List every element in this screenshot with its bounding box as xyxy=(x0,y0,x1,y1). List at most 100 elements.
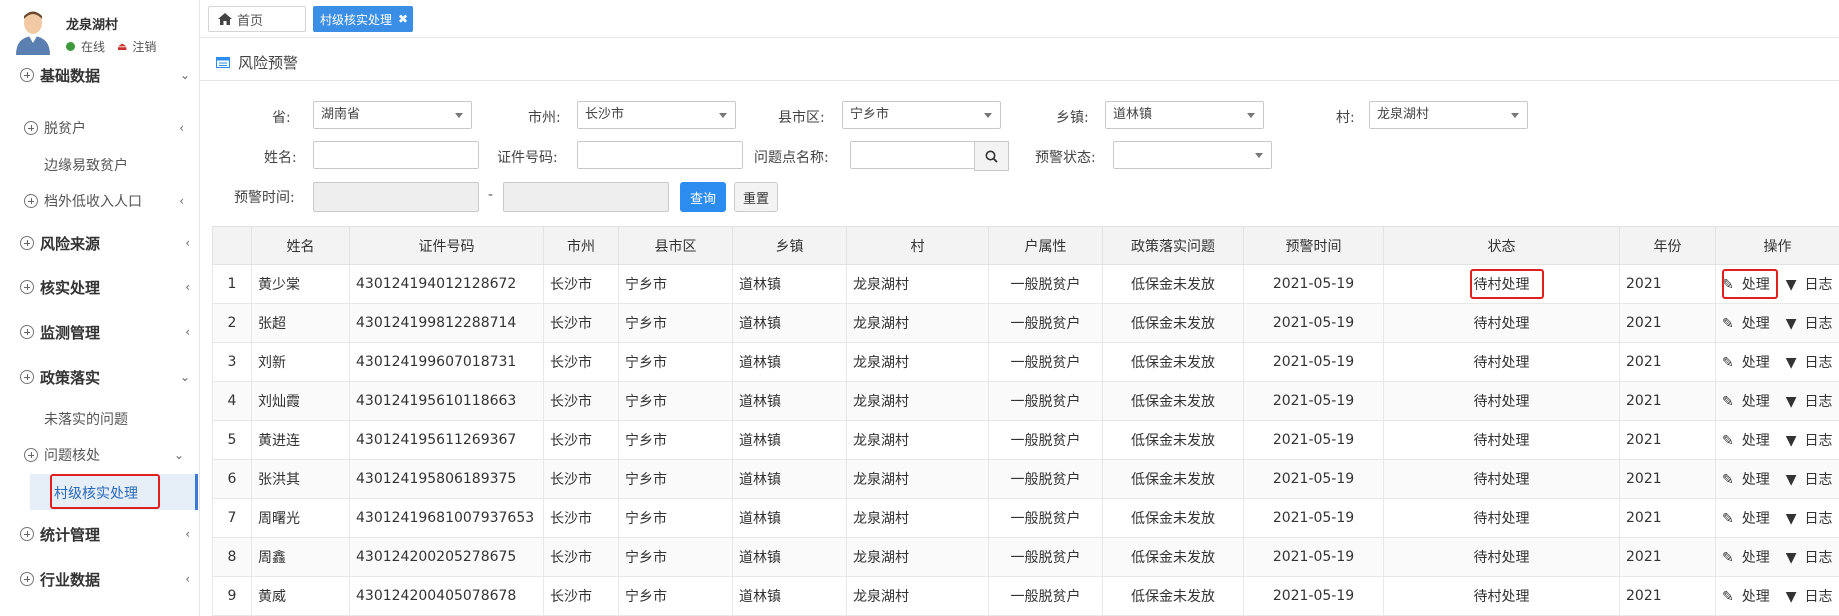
pencil-icon: ✎ xyxy=(1722,394,1734,410)
process-link[interactable]: ✎ 处理 xyxy=(1722,433,1778,449)
nav-unimplemented[interactable]: 未落实的问题 xyxy=(44,409,128,429)
issue-input[interactable] xyxy=(850,141,976,169)
nav-policy[interactable]: 政策落实 ⌄ xyxy=(20,367,190,387)
user-name: 龙泉湖村 xyxy=(66,18,119,33)
table-cell: 宁乡市 xyxy=(618,303,733,343)
table-cell[interactable]: 张超 xyxy=(251,303,350,343)
reset-button[interactable]: 重置 xyxy=(734,182,778,212)
close-icon[interactable]: ✖ xyxy=(398,12,408,26)
divider xyxy=(200,80,1839,81)
logout-icon[interactable]: ⏏ xyxy=(117,40,127,53)
logout-link[interactable]: 注销 xyxy=(132,38,156,55)
log-link[interactable]: ▼ 日志 xyxy=(1786,277,1839,293)
table-cell[interactable]: 周曙光 xyxy=(251,498,350,538)
tab-home[interactable]: 首页 xyxy=(208,6,306,32)
end-date-input[interactable] xyxy=(503,182,669,212)
table-cell[interactable]: 低保金未发放 xyxy=(1102,576,1244,616)
table-cell[interactable]: 刘新 xyxy=(251,342,350,382)
log-link[interactable]: ▼ 日志 xyxy=(1786,394,1839,410)
table-cell[interactable]: 低保金未发放 xyxy=(1102,459,1244,499)
log-link[interactable]: ▼ 日志 xyxy=(1786,472,1839,488)
nav-edge-households[interactable]: 边缘易致贫户 xyxy=(44,155,128,175)
table-cell[interactable]: 黄少棠 xyxy=(251,264,350,304)
table-cell: 待村处理 xyxy=(1383,420,1620,460)
chevron-left-icon: ‹ xyxy=(179,194,184,208)
process-link[interactable]: ✎ 处理 xyxy=(1722,394,1778,410)
table-cell[interactable]: 刘灿霞 xyxy=(251,381,350,421)
column-header: 预警时间 xyxy=(1243,226,1384,265)
table-cell: 430124200405078678 xyxy=(349,576,544,616)
column-header: 政策落实问题 xyxy=(1102,226,1244,265)
table-cell[interactable]: 黄威 xyxy=(251,576,350,616)
table-cell[interactable]: 低保金未发放 xyxy=(1102,264,1244,304)
table-cell[interactable]: 低保金未发放 xyxy=(1102,381,1244,421)
nav-poverty-households[interactable]: 脱贫户 ‹ xyxy=(24,118,184,138)
plus-circle-icon xyxy=(24,448,38,462)
table-cell: 龙泉湖村 xyxy=(846,303,989,343)
id-input[interactable] xyxy=(577,141,743,169)
table-cell[interactable]: 低保金未发放 xyxy=(1102,420,1244,460)
table-cell: 长沙市 xyxy=(543,264,619,304)
county-select[interactable]: 宁乡市 xyxy=(842,101,1001,129)
nav-basic-data[interactable]: 基础数据 ⌄ xyxy=(20,65,190,85)
warn-status-label: 预警状态: xyxy=(1035,150,1096,166)
online-dot-icon xyxy=(66,42,75,51)
search-button[interactable] xyxy=(974,141,1009,171)
log-link[interactable]: ▼ 日志 xyxy=(1786,511,1839,527)
filter-icon: ▼ xyxy=(1785,550,1797,566)
table-cell: 宁乡市 xyxy=(618,576,733,616)
actions-cell: ✎ 处理 ▼ 日志 xyxy=(1715,459,1839,499)
process-link[interactable]: ✎ 处理 xyxy=(1722,355,1778,371)
log-link[interactable]: ▼ 日志 xyxy=(1786,433,1839,449)
actions-cell: ✎ 处理 ▼ 日志 xyxy=(1715,498,1839,538)
tab-village-verify[interactable]: 村级核实处理 ✖ xyxy=(313,6,413,32)
process-link[interactable]: ✎ 处理 xyxy=(1722,316,1778,332)
table-cell[interactable]: 低保金未发放 xyxy=(1102,537,1244,577)
date-range-dash: - xyxy=(488,187,494,203)
log-link[interactable]: ▼ 日志 xyxy=(1786,550,1839,566)
table-cell: 一般脱贫户 xyxy=(988,459,1103,499)
nav-verify[interactable]: 核实处理 ‹ xyxy=(20,277,190,297)
id-label: 证件号码: xyxy=(497,150,558,166)
nav-statistics[interactable]: 统计管理 ‹ xyxy=(20,524,190,544)
table-cell[interactable]: 张洪其 xyxy=(251,459,350,499)
table-cell[interactable]: 低保金未发放 xyxy=(1102,303,1244,343)
dropdown-arrow-icon xyxy=(719,113,727,118)
log-link[interactable]: ▼ 日志 xyxy=(1786,589,1839,605)
table-cell: 2021-05-19 xyxy=(1243,303,1384,343)
nav-low-income[interactable]: 档外低收入人口 ‹ xyxy=(24,191,184,211)
table-cell[interactable]: 黄进连 xyxy=(251,420,350,460)
table-cell: 430124195610118663 xyxy=(349,381,544,421)
city-select[interactable]: 长沙市 xyxy=(577,101,736,129)
start-date-input[interactable] xyxy=(313,182,479,212)
nav-industry[interactable]: 行业数据 ‹ xyxy=(20,569,190,589)
process-link[interactable]: ✎ 处理 xyxy=(1722,472,1778,488)
town-select[interactable]: 道林镇 xyxy=(1105,101,1264,129)
nav-monitor[interactable]: 监测管理 ‹ xyxy=(20,322,190,342)
process-link[interactable]: ✎ 处理 xyxy=(1722,589,1778,605)
query-button[interactable]: 查询 xyxy=(680,182,726,212)
table-cell: 待村处理 xyxy=(1383,459,1620,499)
name-input[interactable] xyxy=(313,141,479,169)
table-icon xyxy=(216,57,230,68)
sidebar: 龙泉湖村 在线 ⏏ 注销 基础数据 ⌄ 脱贫户 ‹ 边缘易致贫户 档外低收入人口… xyxy=(0,0,200,616)
actions-cell: ✎ 处理 ▼ 日志 xyxy=(1715,381,1839,421)
table-cell[interactable]: 低保金未发放 xyxy=(1102,498,1244,538)
warn-status-select[interactable] xyxy=(1113,141,1272,169)
process-link[interactable]: ✎ 处理 xyxy=(1722,511,1778,527)
table-cell: 一般脱贫户 xyxy=(988,498,1103,538)
table-cell[interactable]: 周鑫 xyxy=(251,537,350,577)
nav-risk-source[interactable]: 风险来源 ‹ xyxy=(20,233,190,253)
log-link[interactable]: ▼ 日志 xyxy=(1786,355,1839,371)
table-cell: 龙泉湖村 xyxy=(846,420,989,460)
filter-icon: ▼ xyxy=(1785,394,1797,410)
process-link[interactable]: ✎ 处理 xyxy=(1722,550,1778,566)
log-link[interactable]: ▼ 日志 xyxy=(1786,316,1839,332)
village-select[interactable]: 龙泉湖村 xyxy=(1369,101,1528,129)
column-header: 姓名 xyxy=(251,226,350,265)
nav-issue-check[interactable]: 问题核处 ⌄ xyxy=(24,445,184,465)
table-cell: 龙泉湖村 xyxy=(846,342,989,382)
table-cell[interactable]: 低保金未发放 xyxy=(1102,342,1244,382)
table-cell: 道林镇 xyxy=(732,576,847,616)
province-select[interactable]: 湖南省 xyxy=(313,101,472,129)
